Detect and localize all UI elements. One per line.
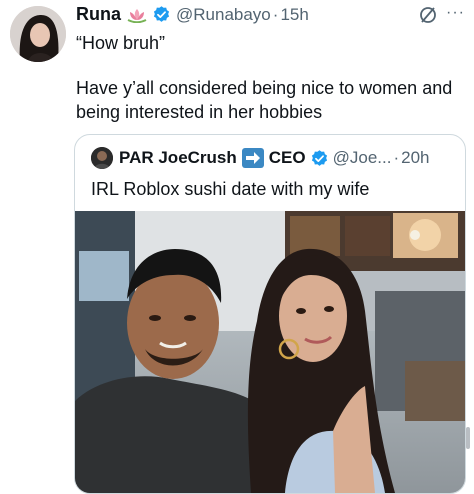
verified-badge-icon <box>152 5 171 24</box>
avatar-photo <box>10 6 66 62</box>
author-avatar[interactable] <box>10 6 66 62</box>
verified-badge-icon <box>310 149 329 168</box>
right-arrow-emoji-icon <box>241 148 264 168</box>
quoted-tweet-text: IRL Roblox sushi date with my wife <box>91 179 370 199</box>
author-handle[interactable]: @Runabayo <box>176 5 271 25</box>
separator-dot: · <box>393 148 400 167</box>
more-options-icon[interactable]: ··· <box>446 4 465 22</box>
timestamp[interactable]: 15h <box>280 5 308 25</box>
quoted-tweet-photo[interactable] <box>75 211 465 493</box>
grok-icon[interactable] <box>418 5 438 30</box>
separator-dot: · <box>272 4 279 24</box>
lotus-flower-icon <box>126 7 148 23</box>
reply-text: “How bruh” <box>76 33 166 53</box>
quoted-author-handle[interactable]: @Joe... <box>333 148 392 168</box>
quoted-timestamp[interactable]: 20h <box>401 148 429 168</box>
author-name[interactable]: Runa <box>76 4 121 25</box>
tweet-header: Runa @Runabayo · 15h <box>76 4 309 25</box>
quoted-author-name-suffix[interactable]: CEO <box>269 148 306 168</box>
quoted-tweet-header: PAR JoeCrush CEO @Joe... · 20h <box>91 147 430 169</box>
couple-photo <box>75 211 465 493</box>
quoted-tweet[interactable]: PAR JoeCrush CEO @Joe... · 20h IRL Roblo… <box>74 134 466 494</box>
tweet[interactable]: Runa @Runabayo · 15h ··· “How bruh” Have… <box>0 0 474 494</box>
quoted-author-avatar[interactable] <box>91 147 113 169</box>
tweet-body: Have y’all considered being nice to wome… <box>76 78 453 122</box>
scrollbar[interactable] <box>466 427 470 449</box>
quoted-author-name[interactable]: PAR JoeCrush <box>119 148 237 168</box>
